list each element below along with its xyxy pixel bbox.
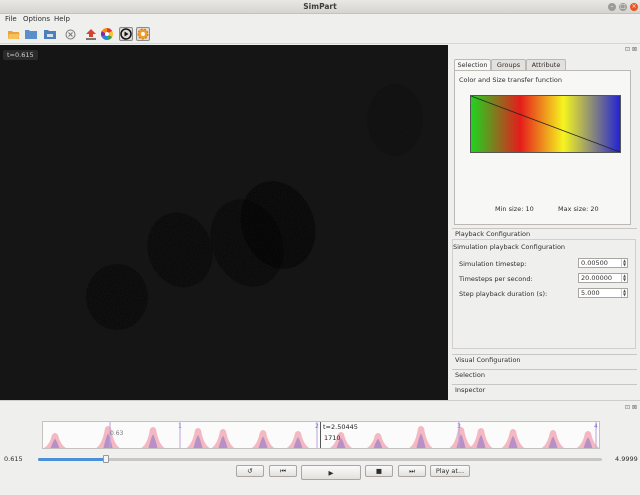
- minimize-button[interactable]: –: [608, 3, 616, 11]
- open-folder-button[interactable]: [7, 27, 21, 41]
- visual-configuration-label: Visual Configuration: [455, 356, 521, 364]
- timeline-dock: ⊡ ⊠ 0.63 1 2 3 4 t=2.50445 1710 0.615 4.…: [0, 400, 640, 495]
- play-at-button[interactable]: Play at...: [430, 465, 470, 477]
- close-button[interactable]: [63, 27, 77, 41]
- properties-panel: ⊡ ⊠ Selection Groups Attribute Color and…: [449, 45, 640, 400]
- previous-button[interactable]: ⏮: [269, 465, 297, 477]
- close-window-button[interactable]: ×: [630, 3, 638, 11]
- particle-cloud-blue: [147, 212, 213, 288]
- timeline-dock-controls[interactable]: ⊡ ⊠: [625, 404, 637, 411]
- start-marker-label: 0.63: [110, 430, 124, 437]
- timeline-histogram[interactable]: 0.63 1 2 3 4 t=2.50445 1710: [42, 421, 600, 449]
- color-map-button[interactable]: [100, 27, 114, 41]
- marker-label-3: 3: [457, 423, 461, 430]
- playback-configuration-label: Playback Configuration: [455, 230, 531, 238]
- transfer-function-editor[interactable]: [470, 95, 621, 153]
- play-circle-icon: [120, 28, 132, 40]
- play-at-label: Play at...: [435, 467, 465, 475]
- section-inspector[interactable]: Inspector: [452, 384, 637, 396]
- stop-button[interactable]: ■: [365, 465, 393, 477]
- playback-section-frame: [452, 239, 636, 349]
- cursor-time-label: t=2.50445: [323, 423, 358, 431]
- toolbar: [0, 25, 640, 44]
- range-max-label: 4.9999: [615, 455, 638, 463]
- upload-icon: [86, 28, 96, 40]
- transfer-function-title: Color and Size transfer function: [459, 76, 563, 84]
- close-icon: [65, 29, 75, 39]
- tab-selection[interactable]: Selection: [454, 59, 491, 70]
- marker-label-2: 2: [315, 423, 319, 430]
- size-curve: [471, 96, 620, 152]
- time-slider[interactable]: [38, 455, 602, 463]
- section-selection[interactable]: Selection: [452, 369, 637, 381]
- min-size-label: Min size: 10: [495, 205, 534, 213]
- folder-button[interactable]: [24, 27, 38, 41]
- simulation-viewport[interactable]: t=0.615: [0, 45, 448, 400]
- settings-mode-button[interactable]: [136, 27, 150, 41]
- menu-bar: File Options Help: [0, 14, 640, 25]
- selection-tab-pane: Color and Size transfer function Min siz…: [454, 70, 631, 225]
- marker-label-1: 1: [178, 423, 182, 430]
- menu-file[interactable]: File: [5, 15, 17, 23]
- histogram-plot: [44, 422, 599, 448]
- menu-options[interactable]: Options: [23, 15, 50, 23]
- save-icon: [44, 30, 56, 39]
- window-title: SimPart: [303, 2, 337, 11]
- range-min-label: 0.615: [4, 455, 23, 463]
- time-slider-fill: [38, 458, 106, 461]
- particle-cloud-orange: [86, 264, 148, 330]
- next-icon: ⏭: [409, 466, 415, 475]
- title-bar: SimPart – □ ×: [0, 0, 640, 14]
- stop-icon: ■: [375, 467, 383, 475]
- playback-mode-button[interactable]: [119, 27, 133, 41]
- open-folder-icon: [8, 31, 20, 39]
- particle-render: [86, 84, 423, 330]
- section-visual-configuration[interactable]: Visual Configuration: [452, 354, 637, 366]
- save-button[interactable]: [43, 27, 57, 41]
- time-slider-handle[interactable]: [102, 455, 109, 463]
- menu-help[interactable]: Help: [54, 15, 70, 23]
- restart-icon: ↺: [247, 467, 253, 475]
- next-button[interactable]: ⏭: [398, 465, 426, 477]
- play-icon: ▶: [328, 468, 334, 477]
- cursor-count-label: 1710: [324, 434, 341, 442]
- marker-label-4: 4: [594, 423, 598, 430]
- tab-attribute[interactable]: Attribute: [526, 59, 566, 70]
- restart-button[interactable]: ↺: [236, 465, 264, 477]
- play-button[interactable]: ▶: [301, 465, 361, 480]
- maximize-button[interactable]: □: [619, 3, 627, 11]
- tab-groups[interactable]: Groups: [491, 59, 526, 70]
- folder-icon: [25, 30, 37, 39]
- particle-cloud-far: [367, 84, 423, 156]
- settings-icon: [137, 28, 149, 40]
- selection-label: Selection: [455, 371, 485, 379]
- dock-controls[interactable]: ⊡ ⊠: [625, 46, 637, 53]
- color-wheel-icon: [101, 28, 113, 40]
- upload-button[interactable]: [84, 27, 98, 41]
- inspector-label: Inspector: [455, 386, 486, 394]
- max-size-label: Max size: 20: [558, 205, 599, 213]
- previous-icon: ⏮: [280, 466, 286, 475]
- timeline-cursor[interactable]: [320, 422, 321, 448]
